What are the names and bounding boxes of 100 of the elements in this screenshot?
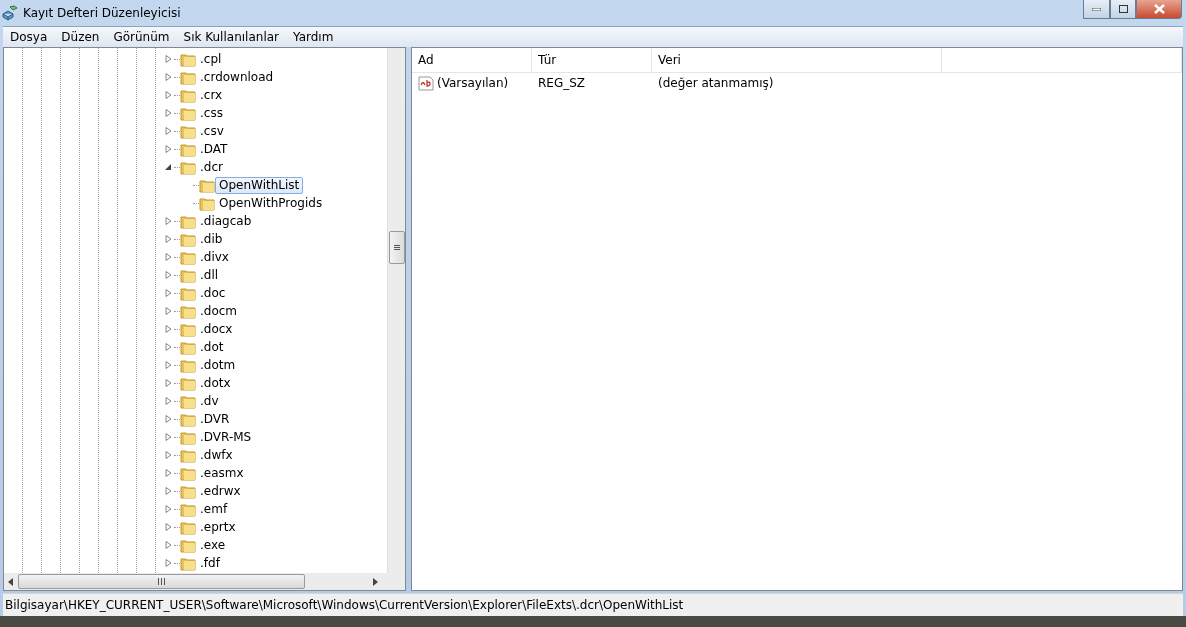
tree-item[interactable]: .cpl <box>196 50 226 68</box>
expand-arrow-icon[interactable] <box>164 55 172 63</box>
tree-item[interactable]: .crdownload <box>196 68 278 86</box>
menu-item[interactable]: Sık Kullanılanlar <box>176 30 286 44</box>
value-data: (değer atanmamış) <box>658 76 774 90</box>
tree-item[interactable]: .DAT <box>196 140 232 158</box>
tree-item[interactable]: .eprtx <box>196 518 240 536</box>
column-header[interactable]: Ad <box>412 48 532 72</box>
expand-arrow-icon[interactable] <box>164 73 172 81</box>
tree-item[interactable]: .divx <box>196 248 233 266</box>
tree-item[interactable]: .DVR <box>196 410 234 428</box>
column-header[interactable]: Veri <box>652 48 942 72</box>
string-value-icon <box>418 75 434 91</box>
folder-icon <box>180 465 196 481</box>
folder-icon <box>180 105 196 121</box>
expand-arrow-icon[interactable] <box>164 523 172 531</box>
menu-item[interactable]: Dosya <box>3 30 55 44</box>
expand-arrow-icon[interactable] <box>164 343 172 351</box>
tree-item[interactable]: .dot <box>196 338 228 356</box>
expand-arrow-icon[interactable] <box>164 379 172 387</box>
close-icon <box>1153 4 1165 14</box>
maximize-button[interactable] <box>1110 0 1136 19</box>
right-arrow-icon[interactable] <box>373 577 379 586</box>
folder-icon <box>180 375 196 391</box>
tree-item[interactable]: .dv <box>196 392 223 410</box>
expand-arrow-icon[interactable] <box>164 307 172 315</box>
expand-arrow-icon[interactable] <box>164 217 172 225</box>
menu-item[interactable]: Görünüm <box>106 30 177 44</box>
left-arrow-icon[interactable] <box>8 577 14 586</box>
close-button[interactable] <box>1136 0 1182 19</box>
expand-arrow-icon[interactable] <box>164 451 172 459</box>
tree-item[interactable]: .edrwx <box>196 482 245 500</box>
folder-icon <box>199 177 215 193</box>
column-header[interactable]: Tür <box>532 48 652 72</box>
registry-path: Bilgisayar\HKEY_CURRENT_USER\Software\Microsoft\Windows\CurrentVersion\Explorer\FileExts\.dcr\OpenWithList <box>5 598 684 612</box>
folder-icon <box>180 213 196 229</box>
tree-item[interactable]: .fdf <box>196 554 224 572</box>
tree-item[interactable]: .docm <box>196 302 242 320</box>
expand-arrow-icon[interactable] <box>164 253 172 261</box>
folder-icon <box>180 357 196 373</box>
expand-arrow-icon[interactable] <box>164 415 172 423</box>
tree-item[interactable]: .diagcab <box>196 212 256 230</box>
tree-item[interactable]: .css <box>196 104 227 122</box>
expand-arrow-icon[interactable] <box>164 109 172 117</box>
expand-arrow-icon[interactable] <box>164 541 172 549</box>
folder-icon <box>180 411 196 427</box>
folder-icon <box>180 285 196 301</box>
folder-icon <box>180 501 196 517</box>
tree-item[interactable]: .docx <box>196 320 237 338</box>
expand-arrow-icon[interactable] <box>164 559 172 567</box>
folder-icon <box>180 321 196 337</box>
tree-item[interactable]: .dll <box>196 266 223 284</box>
folder-icon <box>180 339 196 355</box>
folder-icon <box>180 123 196 139</box>
expand-arrow-icon[interactable] <box>164 235 172 243</box>
tree-item[interactable]: .doc <box>196 284 230 302</box>
value-type: REG_SZ <box>538 76 586 90</box>
expand-arrow-icon[interactable] <box>164 361 172 369</box>
expand-arrow-icon[interactable] <box>164 271 172 279</box>
tree-item[interactable]: OpenWithProgids <box>215 194 327 212</box>
collapse-arrow-icon[interactable] <box>164 163 172 171</box>
tree-item[interactable]: .csv <box>196 122 228 140</box>
grip-icon <box>158 578 165 585</box>
tree-item[interactable]: OpenWithList <box>215 176 304 194</box>
folder-icon <box>180 447 196 463</box>
expand-arrow-icon[interactable] <box>164 433 172 441</box>
expand-arrow-icon[interactable] <box>164 145 172 153</box>
tree-item[interactable]: .exe <box>196 536 230 554</box>
menu-item[interactable]: Düzen <box>54 30 107 44</box>
expand-arrow-icon[interactable] <box>164 127 172 135</box>
folder-icon <box>180 393 196 409</box>
tree-item[interactable]: .dib <box>196 230 227 248</box>
tree-item[interactable]: .easmx <box>196 464 248 482</box>
scroll-thumb[interactable] <box>18 574 305 589</box>
tree-item[interactable]: .DVR-MS <box>196 428 256 446</box>
tree-item[interactable]: .dotx <box>196 374 235 392</box>
tree-item[interactable]: .dotm <box>196 356 240 374</box>
expand-arrow-icon[interactable] <box>164 397 172 405</box>
folder-icon <box>180 267 196 283</box>
expand-arrow-icon[interactable] <box>164 325 172 333</box>
minimize-button[interactable] <box>1083 0 1110 19</box>
folder-icon <box>180 555 196 571</box>
expand-arrow-icon[interactable] <box>164 487 172 495</box>
expand-arrow-icon[interactable] <box>164 91 172 99</box>
tree-item[interactable]: .emf <box>196 500 232 518</box>
folder-icon <box>180 141 196 157</box>
tree-item[interactable]: .dcr <box>196 158 227 176</box>
tree-item[interactable]: .crx <box>196 86 227 104</box>
tree-item[interactable]: .dwfx <box>196 446 237 464</box>
expand-arrow-icon[interactable] <box>164 469 172 477</box>
expand-arrow-icon[interactable] <box>164 289 172 297</box>
window-title: Kayıt Defteri Düzenleyicisi <box>23 6 182 20</box>
folder-icon <box>199 195 215 211</box>
vertical-scrollbar[interactable] <box>387 48 405 573</box>
horizontal-scrollbar[interactable] <box>4 573 405 590</box>
scroll-thumb[interactable] <box>388 231 405 264</box>
expand-arrow-icon[interactable] <box>164 505 172 513</box>
maximize-icon <box>1118 5 1128 13</box>
menu-item[interactable]: Yardım <box>286 30 341 44</box>
folder-icon <box>180 429 196 445</box>
